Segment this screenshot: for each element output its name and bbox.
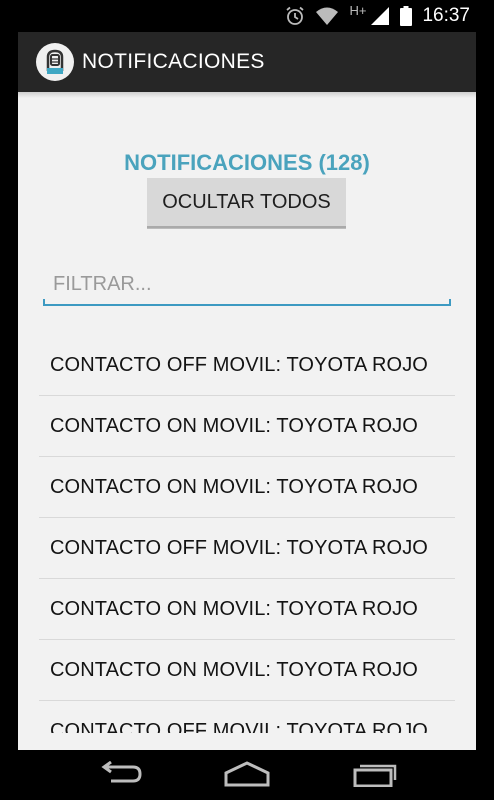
app-logo-icon[interactable]	[36, 43, 74, 81]
main-content: NOTIFICACIONES (128) OCULTAR TODOS CONTA…	[18, 92, 476, 750]
notification-item[interactable]: CONTACTO ON MOVIL: TOYOTA ROJO	[39, 640, 455, 701]
notification-item[interactable]: CONTACTO OFF MOVIL: TOYOTA ROJO	[39, 701, 455, 733]
recent-apps-icon	[351, 761, 399, 792]
filter-field	[43, 266, 451, 306]
notification-item[interactable]: CONTACTO ON MOVIL: TOYOTA ROJO	[39, 457, 455, 518]
filter-underline	[43, 299, 451, 306]
home-icon	[222, 760, 272, 792]
battery-icon	[400, 6, 413, 26]
app-screen: NOTIFICACIONES NOTIFICACIONES (128) OCUL…	[18, 32, 476, 750]
notification-item[interactable]: CONTACTO OFF MOVIL: TOYOTA ROJO	[39, 335, 455, 396]
page-title: NOTIFICACIONES (128)	[124, 150, 370, 175]
notification-text: CONTACTO OFF MOVIL: TOYOTA ROJO	[50, 354, 428, 376]
filter-input[interactable]	[43, 266, 451, 302]
back-button[interactable]	[90, 760, 150, 792]
hide-all-button[interactable]: OCULTAR TODOS	[147, 178, 346, 228]
home-button[interactable]	[217, 760, 277, 792]
action-bar: NOTIFICACIONES	[18, 32, 476, 92]
notification-text: CONTACTO OFF MOVIL: TOYOTA ROJO	[50, 537, 428, 559]
notification-text: CONTACTO ON MOVIL: TOYOTA ROJO	[50, 598, 418, 620]
notification-item[interactable]: CONTACTO OFF MOVIL: TOYOTA ROJO	[39, 518, 455, 579]
notification-item[interactable]: CONTACTO ON MOVIL: TOYOTA ROJO	[39, 579, 455, 640]
network-type-label: H+	[349, 2, 367, 18]
notification-item[interactable]: CONTACTO ON MOVIL: TOYOTA ROJO	[39, 396, 455, 457]
wifi-icon	[315, 6, 339, 26]
notification-text: CONTACTO ON MOVIL: TOYOTA ROJO	[50, 659, 418, 681]
alarm-icon	[285, 6, 305, 26]
status-time: 16:37	[422, 5, 470, 26]
cell-signal-icon	[370, 6, 390, 26]
notification-list[interactable]: CONTACTO OFF MOVIL: TOYOTA ROJO CONTACTO…	[39, 335, 455, 733]
status-bar: H+ 16:37	[0, 0, 494, 32]
back-icon	[97, 760, 143, 792]
notification-text: CONTACTO ON MOVIL: TOYOTA ROJO	[50, 476, 418, 498]
recent-apps-button[interactable]	[345, 760, 405, 792]
action-bar-title: NOTIFICACIONES	[82, 50, 265, 73]
notification-text: CONTACTO ON MOVIL: TOYOTA ROJO	[50, 415, 418, 437]
notification-text: CONTACTO OFF MOVIL: TOYOTA ROJO	[50, 720, 428, 733]
navigation-bar	[0, 750, 494, 800]
